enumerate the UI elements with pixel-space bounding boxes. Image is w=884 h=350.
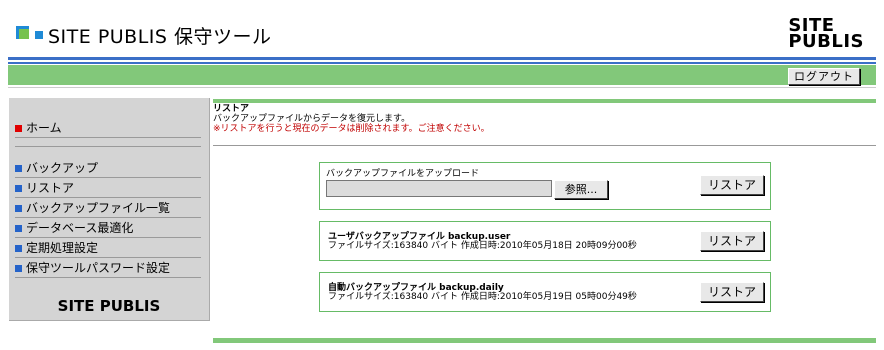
- logout-button[interactable]: ログアウト: [788, 68, 860, 85]
- sidebar-item-db-optimize[interactable]: データベース最適化: [15, 220, 201, 238]
- page-title: SITE PUBLIS 保守ツール: [48, 26, 272, 48]
- file-input[interactable]: [326, 180, 552, 197]
- sidebar-item-label: データベース最適化: [26, 221, 134, 235]
- backup-info: ファイルサイズ:163840 バイト 作成日時:2010年05月18日 20時0…: [328, 241, 637, 251]
- brand-line-2: PUBLIS: [788, 31, 864, 52]
- restore-daily-button[interactable]: リストア: [700, 282, 764, 302]
- restore-user-button[interactable]: リストア: [700, 231, 764, 251]
- divider: [213, 145, 876, 146]
- sidebar-item-label: リストア: [26, 181, 75, 195]
- browse-button[interactable]: 参照...: [554, 180, 608, 199]
- sidebar-item-label: バックアップファイル一覧: [26, 201, 171, 215]
- sidebar-item-home[interactable]: ホーム: [15, 120, 201, 138]
- header-green-bar: [8, 65, 876, 85]
- sidebar-item-restore[interactable]: リストア: [15, 180, 201, 198]
- blue-square-icon: [15, 245, 22, 252]
- red-square-icon: [15, 125, 22, 132]
- sidebar: ホーム バックアップ リストア バックアップファイル一覧 データベース最適化 定…: [9, 98, 210, 321]
- divider: [15, 146, 201, 147]
- sidebar-item-backup-list[interactable]: バックアップファイル一覧: [15, 200, 201, 218]
- sidebar-item-label: バックアップ: [26, 161, 99, 175]
- blue-square-icon: [15, 225, 22, 232]
- upload-restore-button[interactable]: リストア: [700, 175, 764, 195]
- logo-dot-icon: [35, 31, 43, 39]
- sidebar-item-label: 保守ツールパスワード設定: [26, 261, 171, 275]
- upload-label: バックアップファイルをアップロード: [326, 169, 480, 179]
- backup-item: ユーザバックアップファイル backup.user ファイルサイズ:163840…: [319, 221, 771, 261]
- sidebar-item-scheduled[interactable]: 定期処理設定: [15, 240, 201, 258]
- logo-square-icon: [19, 29, 29, 39]
- warning-text: ※リストアを行うと現在のデータは削除されます。ご注意ください。: [213, 124, 490, 134]
- sidebar-item-backup[interactable]: バックアップ: [15, 160, 201, 178]
- sidebar-item-label: ホーム: [26, 121, 62, 135]
- upload-panel: バックアップファイルをアップロード 参照... リストア: [319, 162, 771, 210]
- sidebar-brand: SITE PUBLIS: [57, 297, 161, 315]
- divider: [8, 87, 876, 88]
- blue-square-icon: [15, 265, 22, 272]
- sidebar-item-label: 定期処理設定: [26, 241, 99, 255]
- section-title: リストア: [213, 104, 250, 114]
- backup-info: ファイルサイズ:163840 バイト 作成日時:2010年05月19日 05時0…: [328, 292, 637, 302]
- blue-square-icon: [15, 185, 22, 192]
- backup-item: 自動バックアップファイル backup.daily ファイルサイズ:163840…: [319, 272, 771, 312]
- header-rule: [8, 62, 876, 64]
- sidebar-item-password[interactable]: 保守ツールパスワード設定: [15, 260, 201, 278]
- section-description: バックアップファイルからデータを復元します。: [213, 114, 411, 124]
- footer-green-bar: [213, 338, 876, 343]
- blue-square-icon: [15, 205, 22, 212]
- content-green-bar: [213, 99, 876, 103]
- blue-square-icon: [15, 165, 22, 172]
- header-rule: [8, 57, 876, 60]
- brand-logo: SITE PUBLIS: [788, 17, 864, 52]
